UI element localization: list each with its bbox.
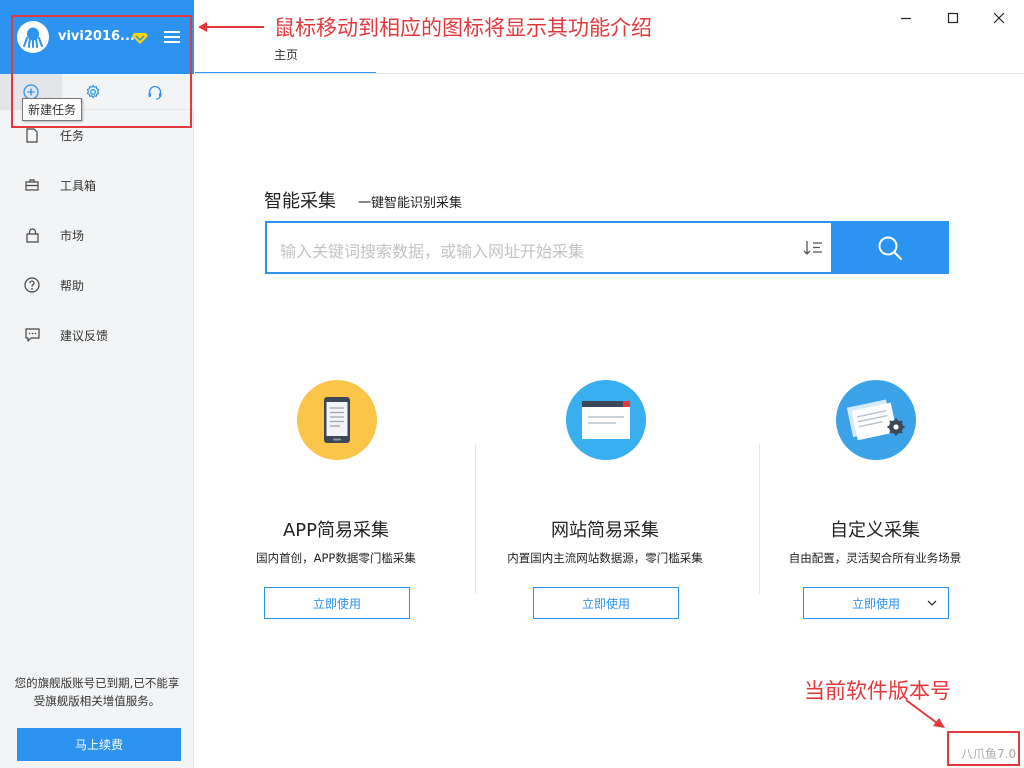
sort-options-icon[interactable] bbox=[803, 240, 823, 256]
octopus-icon bbox=[23, 27, 43, 48]
browser-window-icon bbox=[566, 380, 646, 460]
main-panel: 主页 智能采集 一键智能识别采集 输入关键词搜索数据，或输入网址开始采集 APP… bbox=[195, 0, 1024, 768]
custom-collect-use-button[interactable]: 立即使用 bbox=[803, 587, 949, 619]
sidebar-item-market[interactable]: 市场 bbox=[0, 210, 194, 260]
search-placeholder: 输入关键词搜索数据，或输入网址开始采集 bbox=[280, 242, 585, 261]
new-task-tooltip: 新建任务 bbox=[22, 98, 83, 121]
help-circle-icon bbox=[24, 277, 40, 293]
annotation-arrow-down-icon bbox=[905, 699, 945, 728]
chat-bubble-icon bbox=[24, 327, 40, 343]
sidebar-nav: 任务 工具箱 市场 帮助 建议反馈 bbox=[0, 110, 194, 360]
smart-collect-title: 智能采集 bbox=[264, 191, 336, 212]
smart-collect-subtitle: 一键智能识别采集 bbox=[358, 196, 463, 211]
custom-collect-use-label: 立即使用 bbox=[851, 596, 900, 611]
maximize-button[interactable] bbox=[941, 6, 965, 30]
feature-website-collect: 网站简易采集 内置国内主流网站数据源，零门槛采集 立即使用 bbox=[480, 380, 730, 620]
feature-title: 网站简易采集 bbox=[551, 520, 659, 541]
sidebar-item-label: 任务 bbox=[60, 128, 85, 143]
feature-description: 内置国内主流网站数据源，零门槛采集 bbox=[507, 551, 703, 565]
close-icon bbox=[993, 12, 1005, 24]
annotation-arrow-left-icon bbox=[198, 22, 264, 32]
custom-config-icon bbox=[836, 380, 916, 460]
username[interactable]: vivi2016... bbox=[58, 29, 135, 44]
sidebar: vivi2016... 新建任务 任务 工具箱 市场 帮助 建议反馈 您的旗舰版… bbox=[0, 0, 194, 768]
phone-icon bbox=[297, 380, 377, 460]
search-input[interactable]: 输入关键词搜索数据，或输入网址开始采集 bbox=[265, 221, 831, 274]
vip-diamond-icon[interactable] bbox=[132, 30, 148, 44]
app-collect-use-button[interactable]: 立即使用 bbox=[264, 587, 410, 619]
feature-app-collect: APP简易采集 国内首创，APP数据零门槛采集 立即使用 bbox=[211, 380, 461, 620]
headset-icon bbox=[148, 85, 162, 100]
sidebar-item-label: 市场 bbox=[60, 228, 85, 243]
search-button[interactable] bbox=[831, 221, 949, 274]
renew-button[interactable]: 马上续费 bbox=[17, 728, 181, 761]
sidebar-item-label: 工具箱 bbox=[60, 178, 97, 193]
feature-title: 自定义采集 bbox=[830, 520, 920, 541]
user-header: vivi2016... bbox=[0, 0, 194, 74]
shopping-bag-icon bbox=[24, 227, 40, 243]
document-icon bbox=[24, 127, 40, 143]
feature-title: APP简易采集 bbox=[282, 520, 390, 541]
support-button[interactable] bbox=[124, 74, 186, 110]
sidebar-item-feedback[interactable]: 建议反馈 bbox=[0, 310, 194, 360]
sidebar-item-help[interactable]: 帮助 bbox=[0, 260, 194, 310]
close-button[interactable] bbox=[987, 6, 1011, 30]
maximize-icon bbox=[947, 12, 959, 24]
search-icon bbox=[878, 236, 903, 260]
expiration-notice: 您的旗舰版账号已到期,已不能享受旗舰版相关增值服务。 bbox=[14, 676, 180, 708]
sidebar-item-label: 帮助 bbox=[60, 278, 85, 293]
version-label: 八爪鱼7.0 bbox=[961, 747, 1017, 761]
sidebar-item-toolbox[interactable]: 工具箱 bbox=[0, 160, 194, 210]
feature-description: 国内首创，APP数据零门槛采集 bbox=[256, 551, 416, 565]
feature-description: 自由配置，灵活契合所有业务场景 bbox=[788, 551, 962, 565]
sidebar-item-label: 建议反馈 bbox=[60, 328, 109, 343]
minimize-button[interactable] bbox=[894, 6, 918, 30]
feature-divider bbox=[475, 444, 476, 594]
tab-bar-divider bbox=[195, 73, 1024, 74]
toolbox-icon bbox=[24, 177, 40, 193]
feature-custom-collect: 自定义采集 自由配置，灵活契合所有业务场景 立即使用 bbox=[750, 380, 1000, 620]
tab-home-label: 主页 bbox=[274, 48, 299, 62]
gear-icon bbox=[86, 84, 100, 99]
website-collect-use-button[interactable]: 立即使用 bbox=[533, 587, 679, 619]
minimize-icon bbox=[901, 17, 911, 20]
hamburger-menu-icon[interactable] bbox=[164, 31, 180, 43]
chevron-down-icon[interactable] bbox=[926, 597, 938, 609]
annotation-hover-hint: 鼠标移动到相应的图标将显示其功能介绍 bbox=[274, 16, 652, 40]
avatar[interactable] bbox=[17, 21, 49, 53]
